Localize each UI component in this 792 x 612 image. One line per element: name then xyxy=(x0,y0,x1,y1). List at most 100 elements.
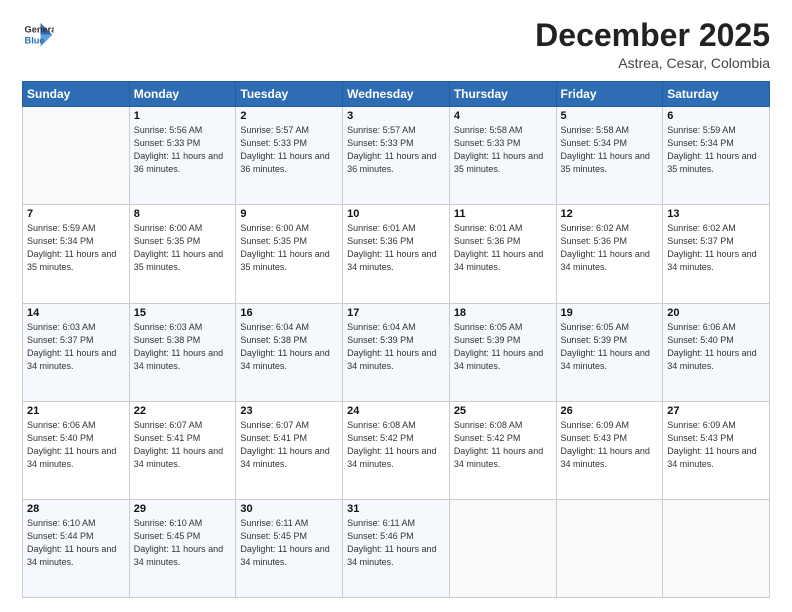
day-info: Sunrise: 6:09 AMSunset: 5:43 PMDaylight:… xyxy=(667,419,765,471)
day-info: Sunrise: 6:03 AMSunset: 5:38 PMDaylight:… xyxy=(134,321,232,373)
table-row: 13 Sunrise: 6:02 AMSunset: 5:37 PMDaylig… xyxy=(663,205,770,303)
table-row: 22 Sunrise: 6:07 AMSunset: 5:41 PMDaylig… xyxy=(129,401,236,499)
day-info: Sunrise: 6:11 AMSunset: 5:45 PMDaylight:… xyxy=(240,517,338,569)
week-row-1: 7 Sunrise: 5:59 AMSunset: 5:34 PMDayligh… xyxy=(23,205,770,303)
day-number: 13 xyxy=(667,208,765,220)
day-number: 22 xyxy=(134,405,232,417)
table-row: 2 Sunrise: 5:57 AMSunset: 5:33 PMDayligh… xyxy=(236,107,343,205)
table-row: 23 Sunrise: 6:07 AMSunset: 5:41 PMDaylig… xyxy=(236,401,343,499)
day-number: 29 xyxy=(134,503,232,515)
day-number: 3 xyxy=(347,110,445,122)
table-row: 18 Sunrise: 6:05 AMSunset: 5:39 PMDaylig… xyxy=(449,303,556,401)
table-row: 3 Sunrise: 5:57 AMSunset: 5:33 PMDayligh… xyxy=(343,107,450,205)
svg-text:Blue: Blue xyxy=(25,35,45,45)
day-number: 28 xyxy=(27,503,125,515)
day-info: Sunrise: 6:07 AMSunset: 5:41 PMDaylight:… xyxy=(134,419,232,471)
page: General Blue December 2025 Astrea, Cesar… xyxy=(0,0,792,612)
day-number: 6 xyxy=(667,110,765,122)
day-info: Sunrise: 6:06 AMSunset: 5:40 PMDaylight:… xyxy=(27,419,125,471)
week-row-4: 28 Sunrise: 6:10 AMSunset: 5:44 PMDaylig… xyxy=(23,499,770,597)
day-info: Sunrise: 6:04 AMSunset: 5:38 PMDaylight:… xyxy=(240,321,338,373)
table-row: 4 Sunrise: 5:58 AMSunset: 5:33 PMDayligh… xyxy=(449,107,556,205)
day-info: Sunrise: 6:04 AMSunset: 5:39 PMDaylight:… xyxy=(347,321,445,373)
calendar-subtitle: Astrea, Cesar, Colombia xyxy=(535,55,770,71)
table-row: 7 Sunrise: 5:59 AMSunset: 5:34 PMDayligh… xyxy=(23,205,130,303)
day-info: Sunrise: 6:08 AMSunset: 5:42 PMDaylight:… xyxy=(454,419,552,471)
day-number: 23 xyxy=(240,405,338,417)
table-row xyxy=(556,499,663,597)
day-info: Sunrise: 5:58 AMSunset: 5:33 PMDaylight:… xyxy=(454,124,552,176)
day-info: Sunrise: 6:01 AMSunset: 5:36 PMDaylight:… xyxy=(454,222,552,274)
day-info: Sunrise: 6:00 AMSunset: 5:35 PMDaylight:… xyxy=(240,222,338,274)
day-number: 10 xyxy=(347,208,445,220)
day-info: Sunrise: 6:03 AMSunset: 5:37 PMDaylight:… xyxy=(27,321,125,373)
day-info: Sunrise: 6:01 AMSunset: 5:36 PMDaylight:… xyxy=(347,222,445,274)
table-row: 30 Sunrise: 6:11 AMSunset: 5:45 PMDaylig… xyxy=(236,499,343,597)
table-row: 1 Sunrise: 5:56 AMSunset: 5:33 PMDayligh… xyxy=(129,107,236,205)
day-info: Sunrise: 6:06 AMSunset: 5:40 PMDaylight:… xyxy=(667,321,765,373)
table-row: 20 Sunrise: 6:06 AMSunset: 5:40 PMDaylig… xyxy=(663,303,770,401)
table-row: 8 Sunrise: 6:00 AMSunset: 5:35 PMDayligh… xyxy=(129,205,236,303)
table-row: 25 Sunrise: 6:08 AMSunset: 5:42 PMDaylig… xyxy=(449,401,556,499)
table-row: 21 Sunrise: 6:06 AMSunset: 5:40 PMDaylig… xyxy=(23,401,130,499)
table-row: 26 Sunrise: 6:09 AMSunset: 5:43 PMDaylig… xyxy=(556,401,663,499)
table-row: 17 Sunrise: 6:04 AMSunset: 5:39 PMDaylig… xyxy=(343,303,450,401)
table-row: 6 Sunrise: 5:59 AMSunset: 5:34 PMDayligh… xyxy=(663,107,770,205)
day-number: 7 xyxy=(27,208,125,220)
title-block: December 2025 Astrea, Cesar, Colombia xyxy=(535,18,770,71)
col-friday: Friday xyxy=(556,82,663,107)
day-info: Sunrise: 6:02 AMSunset: 5:36 PMDaylight:… xyxy=(561,222,659,274)
day-number: 1 xyxy=(134,110,232,122)
day-number: 26 xyxy=(561,405,659,417)
day-number: 14 xyxy=(27,307,125,319)
table-row: 16 Sunrise: 6:04 AMSunset: 5:38 PMDaylig… xyxy=(236,303,343,401)
svg-text:General: General xyxy=(25,24,54,34)
col-tuesday: Tuesday xyxy=(236,82,343,107)
table-row: 5 Sunrise: 5:58 AMSunset: 5:34 PMDayligh… xyxy=(556,107,663,205)
day-info: Sunrise: 6:09 AMSunset: 5:43 PMDaylight:… xyxy=(561,419,659,471)
col-thursday: Thursday xyxy=(449,82,556,107)
table-row xyxy=(23,107,130,205)
day-info: Sunrise: 6:05 AMSunset: 5:39 PMDaylight:… xyxy=(561,321,659,373)
table-row: 24 Sunrise: 6:08 AMSunset: 5:42 PMDaylig… xyxy=(343,401,450,499)
day-number: 9 xyxy=(240,208,338,220)
day-number: 30 xyxy=(240,503,338,515)
day-number: 31 xyxy=(347,503,445,515)
day-info: Sunrise: 6:10 AMSunset: 5:44 PMDaylight:… xyxy=(27,517,125,569)
header: General Blue December 2025 Astrea, Cesar… xyxy=(22,18,770,71)
table-row: 14 Sunrise: 6:03 AMSunset: 5:37 PMDaylig… xyxy=(23,303,130,401)
table-row xyxy=(663,499,770,597)
day-number: 16 xyxy=(240,307,338,319)
day-number: 25 xyxy=(454,405,552,417)
logo: General Blue xyxy=(22,18,54,50)
day-number: 27 xyxy=(667,405,765,417)
day-info: Sunrise: 5:57 AMSunset: 5:33 PMDaylight:… xyxy=(240,124,338,176)
week-row-2: 14 Sunrise: 6:03 AMSunset: 5:37 PMDaylig… xyxy=(23,303,770,401)
day-info: Sunrise: 6:07 AMSunset: 5:41 PMDaylight:… xyxy=(240,419,338,471)
table-row xyxy=(449,499,556,597)
week-row-0: 1 Sunrise: 5:56 AMSunset: 5:33 PMDayligh… xyxy=(23,107,770,205)
day-number: 8 xyxy=(134,208,232,220)
day-info: Sunrise: 5:57 AMSunset: 5:33 PMDaylight:… xyxy=(347,124,445,176)
day-number: 12 xyxy=(561,208,659,220)
col-monday: Monday xyxy=(129,82,236,107)
day-info: Sunrise: 6:00 AMSunset: 5:35 PMDaylight:… xyxy=(134,222,232,274)
table-row: 15 Sunrise: 6:03 AMSunset: 5:38 PMDaylig… xyxy=(129,303,236,401)
day-number: 5 xyxy=(561,110,659,122)
day-info: Sunrise: 5:59 AMSunset: 5:34 PMDaylight:… xyxy=(667,124,765,176)
col-saturday: Saturday xyxy=(663,82,770,107)
day-number: 2 xyxy=(240,110,338,122)
table-row: 10 Sunrise: 6:01 AMSunset: 5:36 PMDaylig… xyxy=(343,205,450,303)
logo-icon: General Blue xyxy=(22,18,54,50)
table-row: 19 Sunrise: 6:05 AMSunset: 5:39 PMDaylig… xyxy=(556,303,663,401)
table-row: 31 Sunrise: 6:11 AMSunset: 5:46 PMDaylig… xyxy=(343,499,450,597)
day-info: Sunrise: 5:58 AMSunset: 5:34 PMDaylight:… xyxy=(561,124,659,176)
col-wednesday: Wednesday xyxy=(343,82,450,107)
day-number: 11 xyxy=(454,208,552,220)
header-row: Sunday Monday Tuesday Wednesday Thursday… xyxy=(23,82,770,107)
day-info: Sunrise: 6:10 AMSunset: 5:45 PMDaylight:… xyxy=(134,517,232,569)
day-info: Sunrise: 6:08 AMSunset: 5:42 PMDaylight:… xyxy=(347,419,445,471)
calendar-title: December 2025 xyxy=(535,18,770,53)
col-sunday: Sunday xyxy=(23,82,130,107)
day-info: Sunrise: 5:56 AMSunset: 5:33 PMDaylight:… xyxy=(134,124,232,176)
